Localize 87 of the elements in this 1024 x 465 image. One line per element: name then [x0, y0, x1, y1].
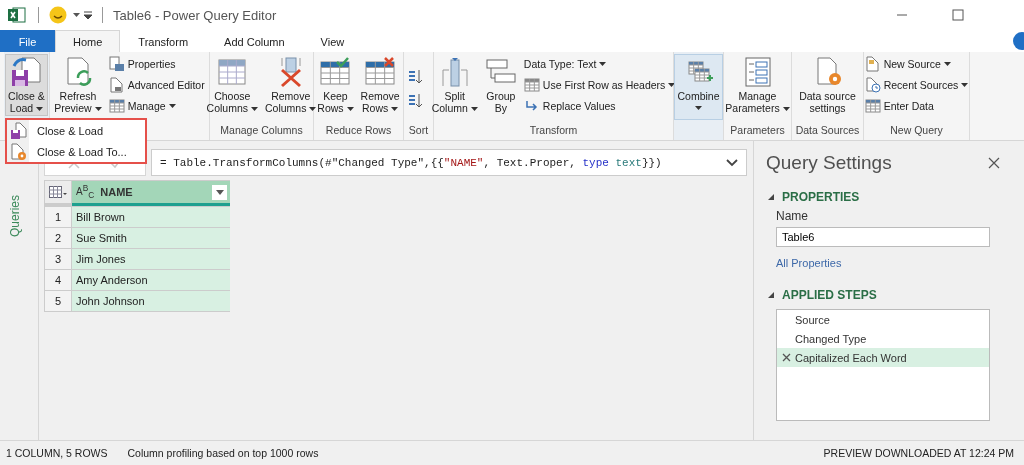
clock-document-icon — [864, 77, 881, 93]
group-label: Transform — [529, 124, 578, 136]
table-cell: Amy Anderson — [72, 270, 230, 290]
ribbon-tab[interactable]: Home — [55, 30, 121, 52]
table-icon — [864, 98, 881, 114]
ribbon-button[interactable]: Keep Rows — [314, 54, 357, 116]
collapse-triangle-icon[interactable] — [768, 292, 774, 298]
ribbon-tab[interactable]: View — [302, 30, 363, 52]
ribbon-tab[interactable]: Transform — [120, 30, 207, 52]
ribbon-button[interactable]: Refresh Preview — [51, 54, 105, 116]
caret-icon — [215, 189, 224, 195]
ribbon-button[interactable]: Close & Load — [5, 54, 48, 116]
group-label: Reduce Rows — [325, 124, 392, 136]
ribbon-tab[interactable]: Add Column — [206, 30, 303, 52]
collapse-triangle-icon[interactable] — [768, 194, 774, 200]
menu-item[interactable]: Close & Load To... — [7, 141, 145, 162]
table-icon — [523, 77, 540, 93]
smiley-icon[interactable] — [49, 6, 67, 24]
all-properties-link[interactable]: All Properties — [776, 257, 842, 269]
group-label: Data Sources — [795, 124, 860, 136]
step-item[interactable]: Capitalized Each Word — [777, 348, 989, 367]
document-gear-icon — [9, 142, 27, 161]
status-text: 1 COLUMN, 5 ROWS — [6, 447, 108, 459]
ribbon-button[interactable]: Enter Data — [861, 96, 972, 116]
sort-ascending-icon — [407, 69, 423, 85]
ribbon-tab[interactable]: File — [0, 30, 55, 52]
row-number: 2 — [45, 228, 71, 248]
window-title: Table6 - Power Query Editor — [113, 7, 277, 23]
customize-toolbar-icon[interactable] — [84, 11, 92, 19]
delete-icon[interactable] — [782, 353, 791, 362]
table-icon — [49, 186, 67, 198]
ribbon-button[interactable]: Manage Parameters — [722, 54, 793, 116]
table-menu-button[interactable] — [45, 181, 71, 203]
filter-button[interactable] — [212, 184, 227, 200]
table-cell: Bill Brown — [72, 207, 230, 227]
sort-descending-icon — [407, 93, 423, 109]
formula-text: = Table.TransformColumns(#"Changed Type",{{"NAME", Text.Proper, type text}}) — [160, 156, 663, 169]
remove-rows-icon — [364, 56, 397, 88]
step-label: Source — [795, 313, 830, 326]
save-document-icon — [9, 121, 27, 140]
group-label: Sort — [408, 124, 429, 136]
table-icon — [108, 98, 125, 114]
row-number: 3 — [45, 249, 71, 269]
group-label: Parameters — [730, 124, 785, 136]
columns-icon — [216, 56, 249, 88]
column-header[interactable]: A$^{B}$$_{C}$ NAME — [72, 181, 230, 206]
group-label: New Query — [890, 124, 943, 136]
close-icon[interactable] — [988, 157, 1000, 169]
properties-icon — [108, 56, 125, 72]
panel-title: Query Settings — [766, 152, 892, 174]
document-icon — [108, 77, 125, 93]
section-heading: APPLIED STEPS — [782, 288, 877, 302]
column-name: NAME — [100, 186, 134, 198]
ribbon-button[interactable]: New Source — [861, 54, 972, 74]
formula-bar[interactable]: = Table.TransformColumns(#"Changed Type",{{"NAME", Text.Proper, type text}}) — [151, 149, 747, 176]
field-label: Name — [776, 209, 808, 223]
ribbon-button[interactable]: Recent Sources — [861, 75, 972, 95]
chevron-down-icon[interactable] — [726, 158, 738, 167]
row-number: 4 — [45, 270, 71, 290]
menu-item[interactable]: Close & Load — [7, 120, 145, 141]
ribbon-button[interactable]: Split Column — [428, 54, 481, 116]
status-text: PREVIEW DOWNLOADED AT 12:24 PM — [823, 447, 1014, 459]
maximize-icon[interactable] — [952, 9, 964, 21]
step-label: Changed Type — [795, 332, 867, 345]
row-number: 5 — [45, 291, 71, 311]
step-label: Capitalized Each Word — [795, 351, 907, 364]
save-document-icon — [10, 56, 43, 88]
ribbon-button[interactable]: Data source settings — [796, 54, 859, 116]
table-cell: John Johnson — [72, 291, 230, 311]
table-cell: Sue Smith — [72, 228, 230, 248]
status-text: Column profiling based on top 1000 rows — [127, 447, 319, 459]
table-cell: Jim Jones — [72, 249, 230, 269]
keep-rows-icon — [319, 56, 352, 88]
step-item[interactable]: Source — [777, 310, 989, 329]
new-document-icon — [864, 56, 881, 72]
row-number: 1 — [45, 207, 71, 227]
caret-icon[interactable] — [73, 12, 80, 18]
ribbon-button[interactable]: Remove Rows — [357, 54, 403, 116]
step-item[interactable]: Changed Type — [777, 329, 989, 348]
excel-icon[interactable] — [8, 7, 26, 23]
name-field[interactable]: Table6 — [776, 227, 990, 247]
group-label: Manage Columns — [220, 124, 303, 136]
help-icon[interactable] — [1012, 31, 1024, 51]
section-heading: PROPERTIES — [782, 190, 860, 204]
ribbon-button[interactable]: Combine — [674, 54, 723, 120]
ribbon-button[interactable]: Group By — [481, 54, 520, 116]
queries-label[interactable]: Queries — [8, 195, 22, 237]
